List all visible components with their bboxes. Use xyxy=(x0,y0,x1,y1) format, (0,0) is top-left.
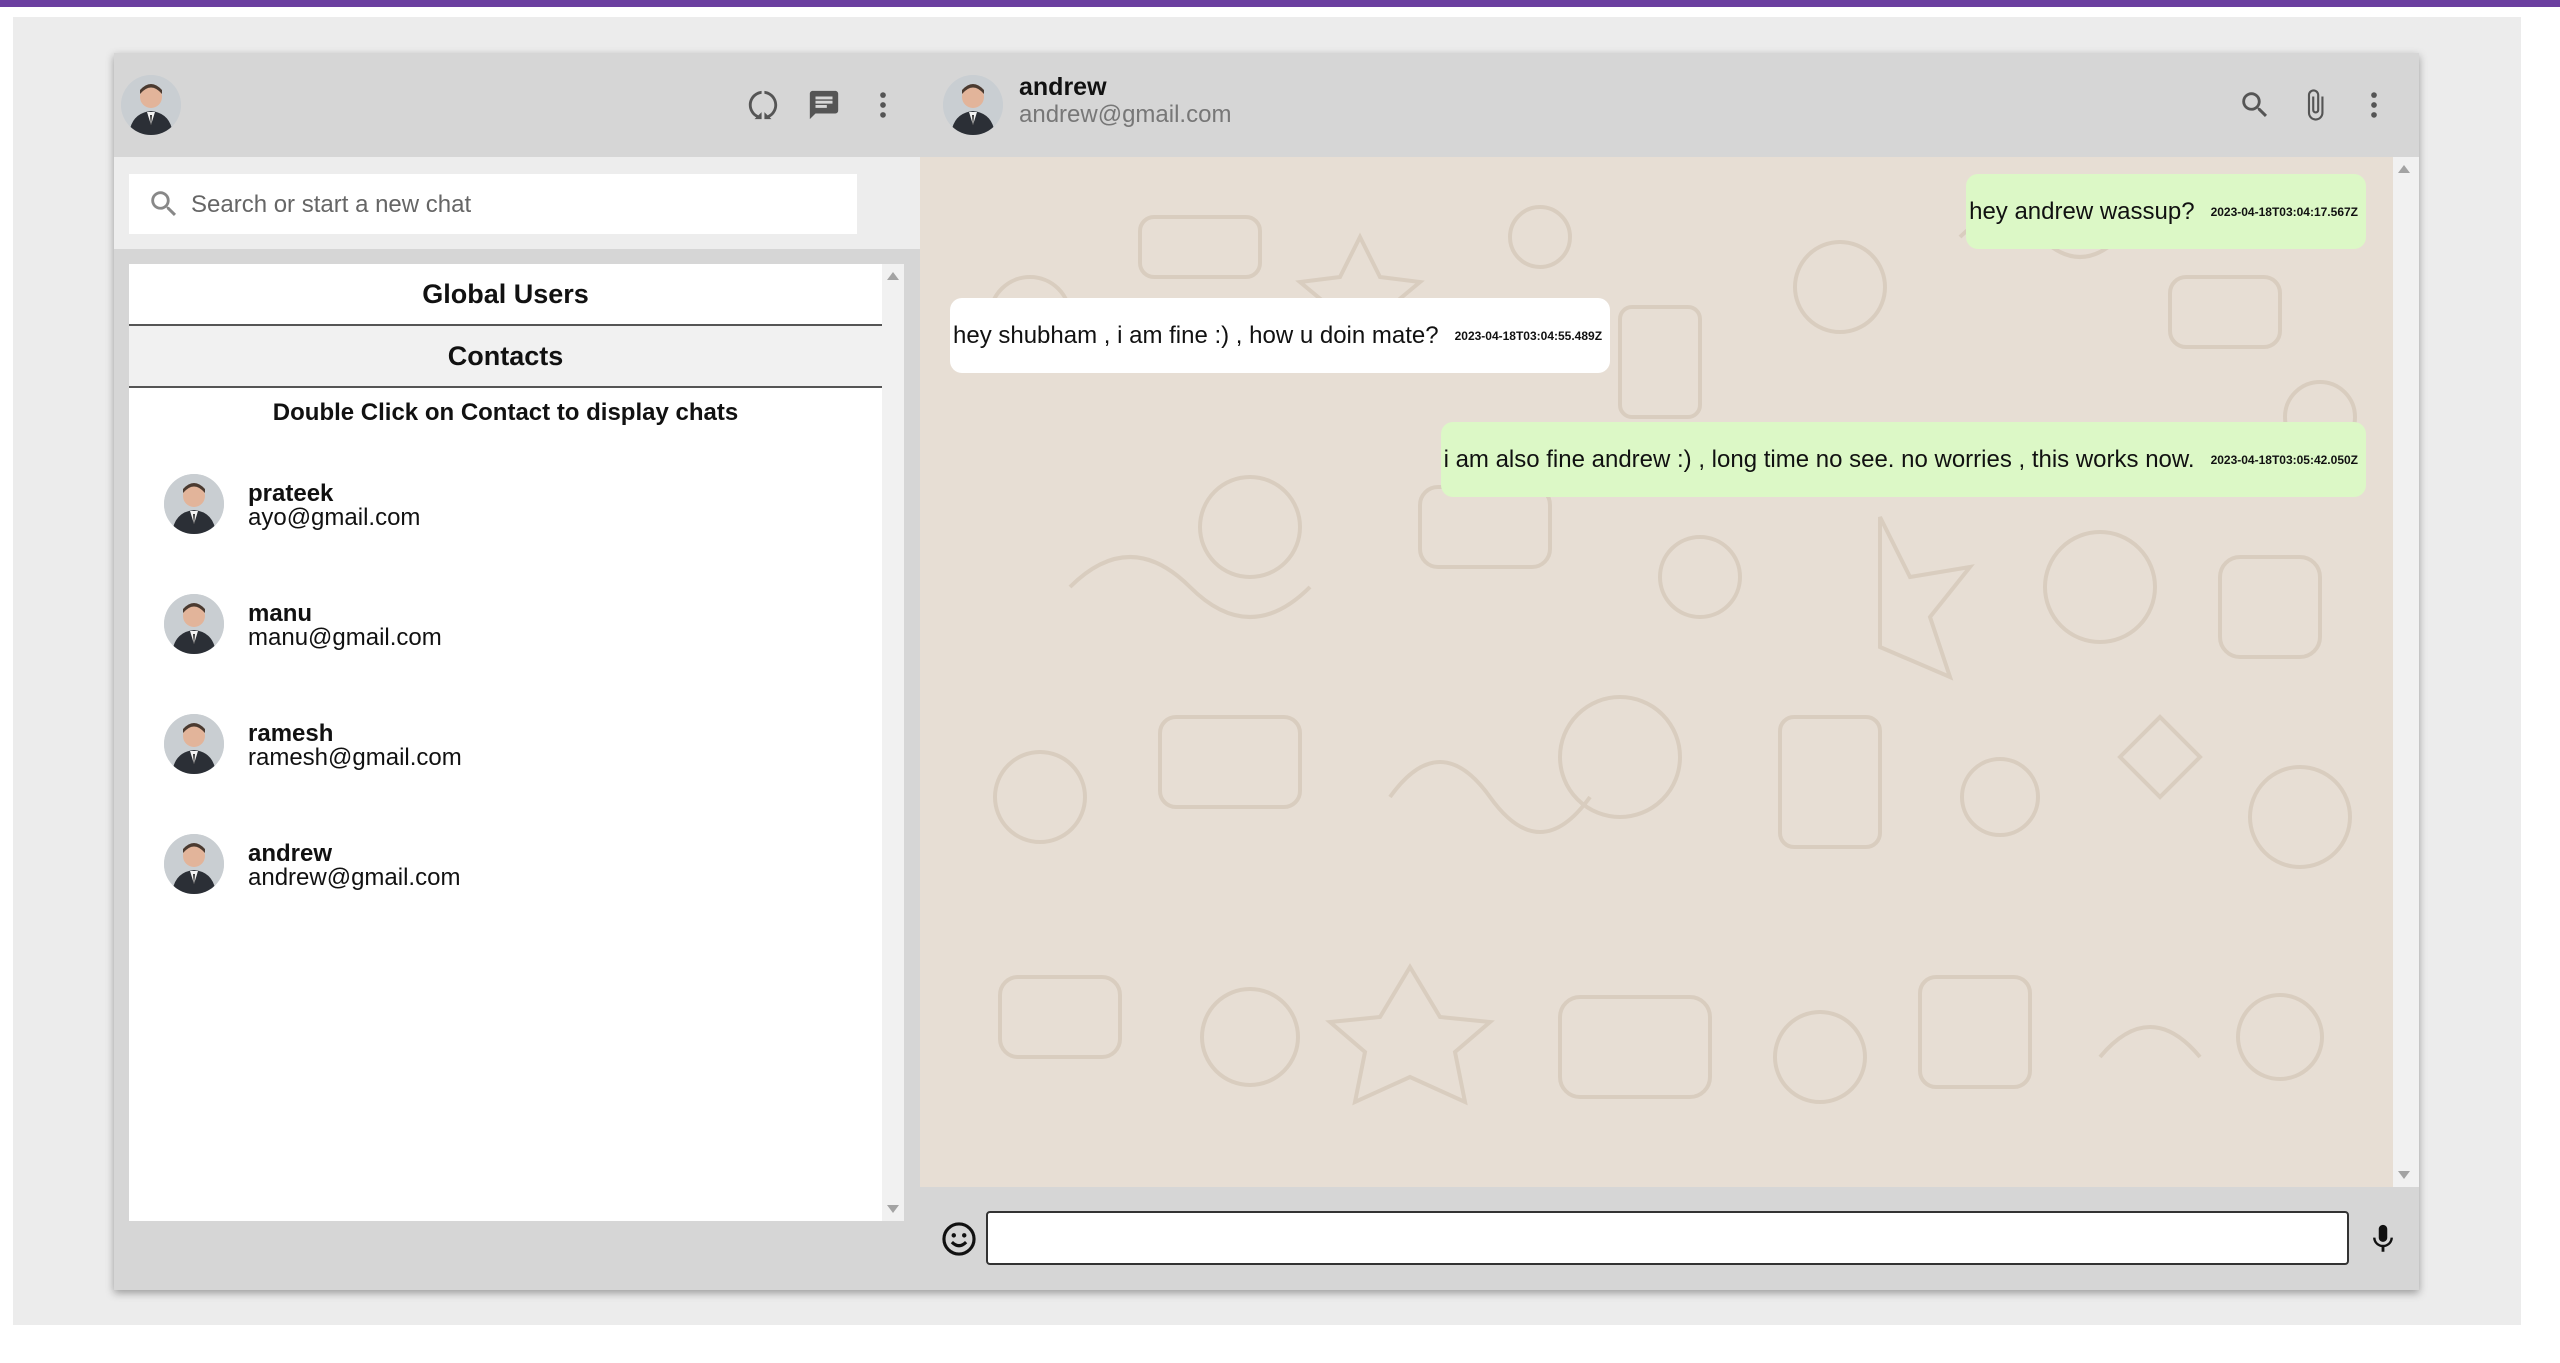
contact-item[interactable]: prateek ayo@gmail.com xyxy=(164,474,864,546)
search-icon[interactable] xyxy=(2235,85,2275,125)
message-bubble-incoming: hey shubham , i am fine :) , how u doin … xyxy=(950,298,1611,373)
contact-email: manu@gmail.com xyxy=(248,624,442,651)
message-area-scrollbar[interactable] xyxy=(2393,157,2419,1187)
my-avatar[interactable] xyxy=(121,75,181,135)
scroll-up-arrow-icon[interactable] xyxy=(2398,165,2410,173)
tab-global-users[interactable]: Global Users xyxy=(129,264,882,326)
search-input[interactable] xyxy=(189,174,853,236)
top-accent-bar xyxy=(0,0,2560,7)
sidebar: Global Users Contacts Double Click on Co… xyxy=(114,53,920,1290)
attach-icon[interactable] xyxy=(2295,85,2335,125)
message-input[interactable] xyxy=(986,1211,2349,1265)
message-text: hey andrew wassup? xyxy=(1969,197,2195,225)
sidebar-header xyxy=(114,53,920,157)
message-bubble-outgoing: i am also fine andrew :) , long time no … xyxy=(1440,422,2366,497)
message-composer xyxy=(920,1187,2419,1290)
chat-contact-email: andrew@gmail.com xyxy=(1019,101,1232,128)
scroll-up-arrow-icon[interactable] xyxy=(887,272,899,280)
menu-icon[interactable] xyxy=(2354,85,2394,125)
scroll-down-arrow-icon[interactable] xyxy=(887,1205,899,1213)
avatar xyxy=(164,714,224,774)
emoji-icon[interactable] xyxy=(940,1220,978,1258)
chat-pane: andrew andrew@gmail.com hey andrew wassu… xyxy=(920,53,2419,1290)
avatar xyxy=(164,834,224,894)
contact-email: ramesh@gmail.com xyxy=(248,744,462,771)
search-field xyxy=(129,174,857,236)
message-timestamp: 2023-04-18T03:04:17.567Z xyxy=(2210,204,2358,219)
search-icon xyxy=(147,187,181,221)
avatar xyxy=(164,474,224,534)
message-timestamp: 2023-04-18T03:05:42.050Z xyxy=(2210,452,2358,467)
chat-app-window: Global Users Contacts Double Click on Co… xyxy=(114,53,2419,1290)
chat-header: andrew andrew@gmail.com xyxy=(920,53,2419,157)
message-text: i am also fine andrew :) , long time no … xyxy=(1443,445,2195,473)
chat-avatar[interactable] xyxy=(943,75,1003,135)
contact-email: andrew@gmail.com xyxy=(248,864,461,891)
message-area[interactable]: hey andrew wassup? 2023-04-18T03:04:17.5… xyxy=(920,157,2393,1187)
tab-contacts[interactable]: Contacts xyxy=(129,326,882,388)
message-text: hey shubham , i am fine :) , how u doin … xyxy=(953,321,1439,349)
contact-list-scrollbar[interactable] xyxy=(882,264,904,1221)
contact-list-panel: Global Users Contacts Double Click on Co… xyxy=(129,264,882,1221)
contacts-hint: Double Click on Contact to display chats xyxy=(272,399,739,426)
contact-email: ayo@gmail.com xyxy=(248,504,421,531)
contact-item[interactable]: andrew andrew@gmail.com xyxy=(164,834,864,906)
new-chat-icon[interactable] xyxy=(804,85,844,125)
message-bubble-outgoing: hey andrew wassup? 2023-04-18T03:04:17.5… xyxy=(1966,174,2366,249)
contact-item[interactable]: manu manu@gmail.com xyxy=(164,594,864,666)
avatar xyxy=(164,594,224,654)
menu-icon[interactable] xyxy=(863,85,903,125)
contact-item[interactable]: ramesh ramesh@gmail.com xyxy=(164,714,864,786)
scroll-down-arrow-icon[interactable] xyxy=(2398,1171,2410,1179)
status-icon[interactable] xyxy=(743,85,783,125)
chat-contact-name: andrew xyxy=(1019,73,1107,101)
mic-icon[interactable] xyxy=(2366,1221,2400,1257)
message-timestamp: 2023-04-18T03:04:55.489Z xyxy=(1454,328,1603,343)
